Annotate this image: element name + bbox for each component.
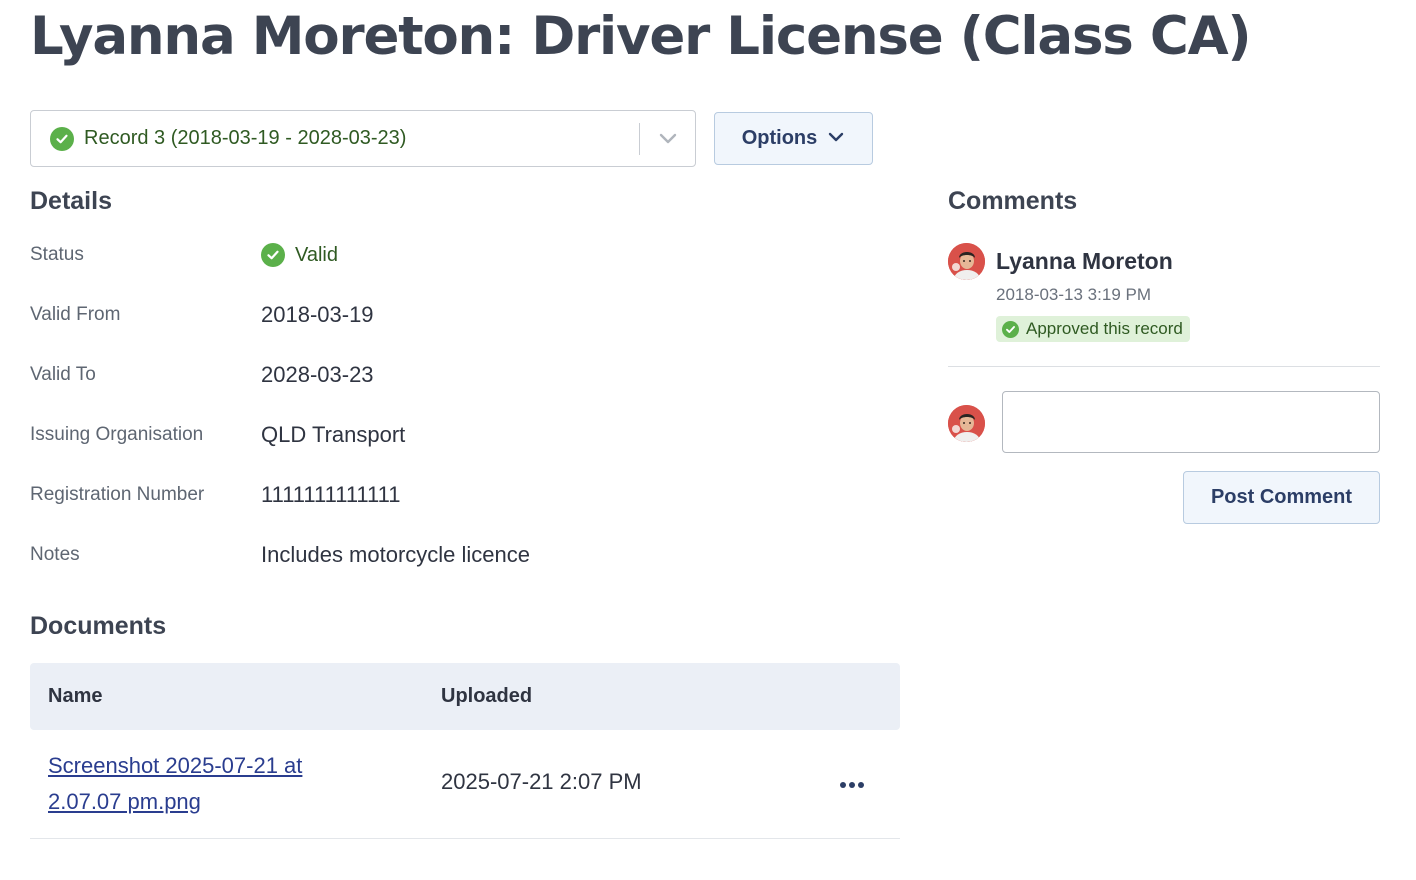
check-circle-icon bbox=[50, 126, 74, 151]
page-title: Lyanna Moreton: Driver License (Class CA… bbox=[30, 6, 1252, 67]
record-select-value: Record 3 (2018-03-19 - 2028-03-23) bbox=[84, 127, 407, 149]
chevron-down-icon bbox=[827, 127, 845, 150]
detail-row-valid-to: Valid To 2028-03-23 bbox=[30, 360, 890, 390]
comment-author: Lyanna Moreton bbox=[996, 248, 1173, 274]
documents-title: Documents bbox=[30, 612, 167, 640]
check-circle-icon bbox=[1002, 320, 1019, 338]
more-options-icon[interactable] bbox=[837, 770, 867, 800]
post-comment-button[interactable]: Post Comment bbox=[1183, 471, 1380, 524]
document-uploaded: 2025-07-21 2:07 PM bbox=[441, 769, 642, 794]
detail-row-notes: Notes Includes motorcycle licence bbox=[30, 540, 890, 570]
check-circle-icon bbox=[261, 243, 285, 267]
approved-badge: Approved this record bbox=[996, 316, 1190, 342]
comments-title: Comments bbox=[948, 187, 1078, 215]
comment-divider bbox=[948, 366, 1380, 367]
documents-table-header: Name Uploaded bbox=[30, 663, 900, 730]
table-row: Screenshot 2025-07-21 at 2.07.07 pm.png … bbox=[30, 730, 900, 839]
detail-label: Notes bbox=[30, 544, 80, 565]
detail-label: Registration Number bbox=[30, 484, 205, 505]
detail-label: Issuing Organisation bbox=[30, 424, 204, 445]
chevron-down-icon[interactable] bbox=[658, 130, 678, 153]
details-title: Details bbox=[30, 187, 112, 215]
detail-label: Valid From bbox=[30, 304, 121, 325]
status-value: Valid bbox=[295, 243, 338, 266]
options-button[interactable]: Options bbox=[714, 112, 873, 165]
detail-value: Includes motorcycle licence bbox=[261, 542, 531, 567]
detail-value: 1111111111111 bbox=[261, 482, 401, 507]
record-select[interactable]: Record 3 (2018-03-19 - 2028-03-23) bbox=[30, 110, 696, 167]
options-label: Options bbox=[741, 127, 818, 149]
comment-input[interactable] bbox=[1002, 391, 1380, 453]
status-badge: Valid bbox=[261, 243, 338, 267]
column-header-uploaded[interactable]: Uploaded bbox=[441, 685, 532, 708]
approved-badge-label: Approved this record bbox=[1026, 319, 1183, 338]
detail-row-issuing-organisation: Issuing Organisation QLD Transport bbox=[30, 420, 890, 450]
detail-label: Status bbox=[30, 244, 84, 265]
detail-row-registration-number: Registration Number 1111111111111 bbox=[30, 480, 890, 510]
document-link[interactable]: Screenshot 2025-07-21 at 2.07.07 pm.png bbox=[48, 748, 378, 820]
detail-label: Valid To bbox=[30, 364, 96, 385]
detail-row-valid-from: Valid From 2018-03-19 bbox=[30, 300, 890, 330]
column-header-name[interactable]: Name bbox=[48, 685, 102, 708]
detail-value: 2028-03-23 bbox=[261, 362, 374, 387]
detail-value: 2018-03-19 bbox=[261, 302, 374, 327]
avatar bbox=[948, 405, 985, 442]
comment-timestamp: 2018-03-13 3:19 PM bbox=[996, 285, 1151, 304]
detail-row-status: Status Valid bbox=[30, 240, 890, 270]
select-separator bbox=[639, 123, 640, 155]
avatar bbox=[948, 243, 985, 280]
detail-value: QLD Transport bbox=[261, 422, 406, 447]
